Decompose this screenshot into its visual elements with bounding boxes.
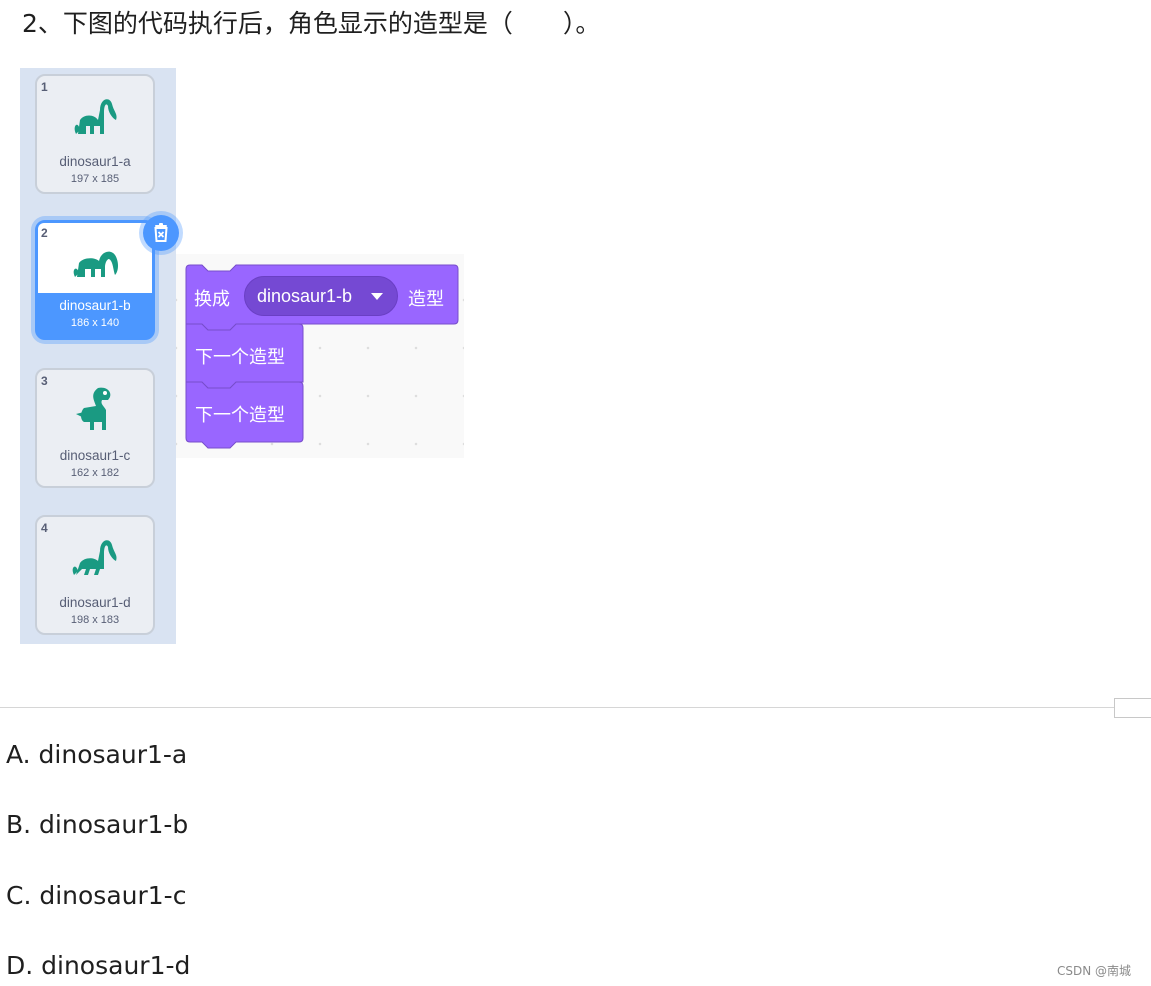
costume-item-4[interactable]: 4 dinosaur1-d 198 x 183 xyxy=(35,515,155,635)
next-costume-block-1[interactable]: 下一个造型 xyxy=(186,326,303,382)
next-costume-label: 下一个造型 xyxy=(195,405,285,426)
next-costume-label: 下一个造型 xyxy=(195,347,285,368)
table-handle[interactable] xyxy=(1114,698,1151,718)
costume-number: 3 xyxy=(41,374,48,388)
costume-number: 4 xyxy=(41,521,48,535)
section-divider xyxy=(0,707,1151,708)
dinosaur-icon xyxy=(76,387,111,430)
costume-item-3[interactable]: 3 dinosaur1-c 162 x 182 xyxy=(35,368,155,488)
dinosaur-icon xyxy=(74,99,117,134)
dinosaur-icon xyxy=(73,251,118,277)
costume-size: 198 x 183 xyxy=(70,614,120,626)
costume-size: 186 x 140 xyxy=(70,317,120,329)
costume-list: 1 dinosaur1-a 197 x 185 2 dinosaur1-b 18… xyxy=(20,68,179,644)
costume-dropdown[interactable]: dinosaur1-b xyxy=(244,276,398,316)
script-area[interactable]: 换成 dinosaur1-b 造型 下一个造型 下一个造型 xyxy=(176,254,464,458)
costume-name: dinosaur1-b xyxy=(59,298,131,313)
costume-name: dinosaur1-a xyxy=(59,154,131,169)
caret-down-icon xyxy=(371,293,383,300)
costume-item-1[interactable]: 1 dinosaur1-a 197 x 185 xyxy=(35,74,155,194)
trash-icon xyxy=(154,223,168,242)
option-b[interactable]: B. dinosaur1-b xyxy=(6,810,188,839)
dinosaur-icon xyxy=(72,540,117,575)
costume-number: 2 xyxy=(41,226,48,240)
costume-item-2[interactable]: 2 dinosaur1-b 186 x 140 xyxy=(35,215,179,340)
option-c[interactable]: C. dinosaur1-c xyxy=(6,881,186,910)
switch-costume-block[interactable]: 换成 dinosaur1-b 造型 xyxy=(186,265,458,325)
switch-costume-prefix: 换成 xyxy=(194,289,230,310)
next-costume-block-2[interactable]: 下一个造型 xyxy=(186,384,303,440)
costume-name: dinosaur1-c xyxy=(59,448,131,463)
option-d[interactable]: D. dinosaur1-d xyxy=(6,951,190,980)
costume-dropdown-value: dinosaur1-b xyxy=(257,286,353,306)
delete-costume-button[interactable] xyxy=(143,215,179,251)
option-a[interactable]: A. dinosaur1-a xyxy=(6,740,187,769)
switch-costume-suffix: 造型 xyxy=(408,289,444,310)
watermark: CSDN @南城 xyxy=(1057,964,1132,978)
costume-number: 1 xyxy=(41,80,48,94)
costume-name: dinosaur1-d xyxy=(59,595,131,610)
costume-size: 197 x 185 xyxy=(70,173,120,185)
question-text: 2、下图的代码执行后，角色显示的造型是（ ）。 xyxy=(22,9,601,38)
costume-size: 162 x 182 xyxy=(70,467,120,479)
